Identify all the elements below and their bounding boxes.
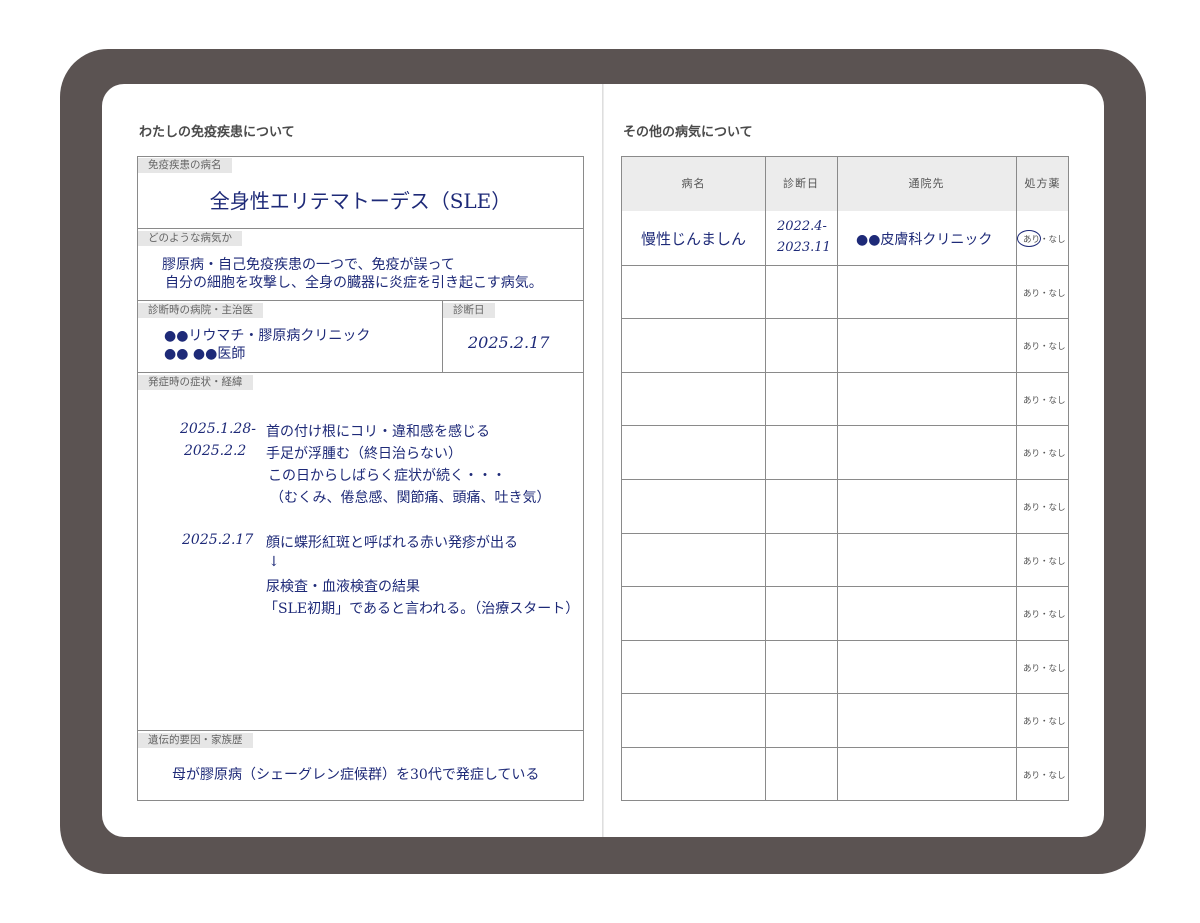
header-disease-name: 病名 <box>681 177 706 190</box>
symptom-text: この日からしばらく症状が続く・・・ <box>268 468 506 484</box>
symptom-text: 尿検査・血液検査の結果 <box>266 579 420 595</box>
symptom-date: 2025.1.28- <box>180 421 256 437</box>
row-divider <box>622 640 1068 641</box>
symptom-text: 手足が浮腫む（終日治らない） <box>266 446 462 462</box>
symptom-date: 2025.2.17 <box>182 532 254 548</box>
row-clinic: ●●皮膚科クリニック <box>856 232 993 248</box>
row-prescription-choice: あり・なし <box>1023 503 1066 513</box>
row-divider <box>622 425 1068 426</box>
row-divider <box>622 265 1068 266</box>
row-disease-name: 慢性じんましん <box>641 230 747 248</box>
header-diagnosis-date: 診断日 <box>783 177 819 190</box>
diagnosis-date-label: 診断日 <box>443 303 495 318</box>
disease-description-label: どのような病気か <box>138 231 242 246</box>
row-prescription-choice: あり・なし <box>1023 396 1066 406</box>
row-prescription-choice: あり・なし <box>1023 449 1066 459</box>
row-divider <box>622 747 1068 748</box>
notebook-spine <box>602 84 604 837</box>
row-prescription-choice: あり・なし <box>1023 771 1066 781</box>
symptoms-label: 発症時の症状・経緯 <box>138 375 253 390</box>
row-date-end: 2023.11 <box>777 240 831 255</box>
row-prescription-choice: あり・なし <box>1023 717 1066 727</box>
row-prescription-choice: あり・なし <box>1023 342 1066 352</box>
divider <box>138 730 583 731</box>
disease-name-value: 全身性エリテマトーデス（SLE） <box>209 189 512 213</box>
left-page-title: わたしの免疫疾患について <box>139 125 295 140</box>
prescription-circle-mark <box>1017 230 1041 247</box>
header-prescription: 処方薬 <box>1024 177 1061 190</box>
row-divider <box>622 318 1068 319</box>
hospital-line-1: ●●リウマチ・膠原病クリニック <box>164 328 371 344</box>
symptom-text: （むくみ、倦怠感、関節痛、頭痛、吐き気） <box>270 490 551 506</box>
row-date-start: 2022.4- <box>777 219 827 234</box>
row-prescription-choice: あり・なし <box>1023 557 1066 567</box>
symptom-arrow: ↓ <box>268 554 280 570</box>
row-divider <box>622 693 1068 694</box>
symptom-text: 顔に蝶形紅斑と呼ばれる赤い発疹が出る <box>266 535 518 551</box>
immune-disease-form: 免疫疾患の病名 全身性エリテマトーデス（SLE） どのような病気か 膠原病・自己… <box>137 156 584 801</box>
row-prescription-choice: あり・なし <box>1023 664 1066 674</box>
header-clinic: 通院先 <box>908 177 945 190</box>
row-prescription-choice: あり・なし <box>1023 289 1066 299</box>
family-history-label: 遺伝的要因・家族歴 <box>138 733 253 748</box>
divider <box>138 300 583 301</box>
symptom-text: 「SLE初期」であると言われる。（治療スタート） <box>264 601 580 617</box>
diagnosis-date-value: 2025.2.17 <box>468 333 550 352</box>
row-prescription-choice: あり・なし <box>1023 610 1066 620</box>
disease-description-line-1: 膠原病・自己免疫疾患の一つで、免疫が誤って <box>162 257 455 273</box>
disease-description-line-2: 自分の細胞を攻撃し、全身の臓器に炎症を引き起こす病気。 <box>165 275 543 291</box>
disease-name-label: 免疫疾患の病名 <box>138 158 232 173</box>
row-divider <box>622 479 1068 480</box>
hospital-label: 診断時の病院・主治医 <box>138 303 263 318</box>
symptom-date: 2025.2.2 <box>184 443 247 459</box>
divider <box>138 372 583 373</box>
row-divider <box>622 586 1068 587</box>
divider <box>138 228 583 229</box>
symptom-text: 首の付け根にコリ・違和感を感じる <box>266 424 490 440</box>
hospital-line-2: ●● ●●医師 <box>164 346 246 362</box>
family-history-value: 母が膠原病（シェーグレン症候群）を30代で発症している <box>172 767 540 783</box>
row-divider <box>622 372 1068 373</box>
row-divider <box>622 533 1068 534</box>
right-page-title: その他の病気について <box>623 125 753 140</box>
other-diseases-table: 病名 診断日 通院先 処方薬 慢性じんましん 2022.4- 2023.11 ●●皮膚… <box>621 156 1069 801</box>
